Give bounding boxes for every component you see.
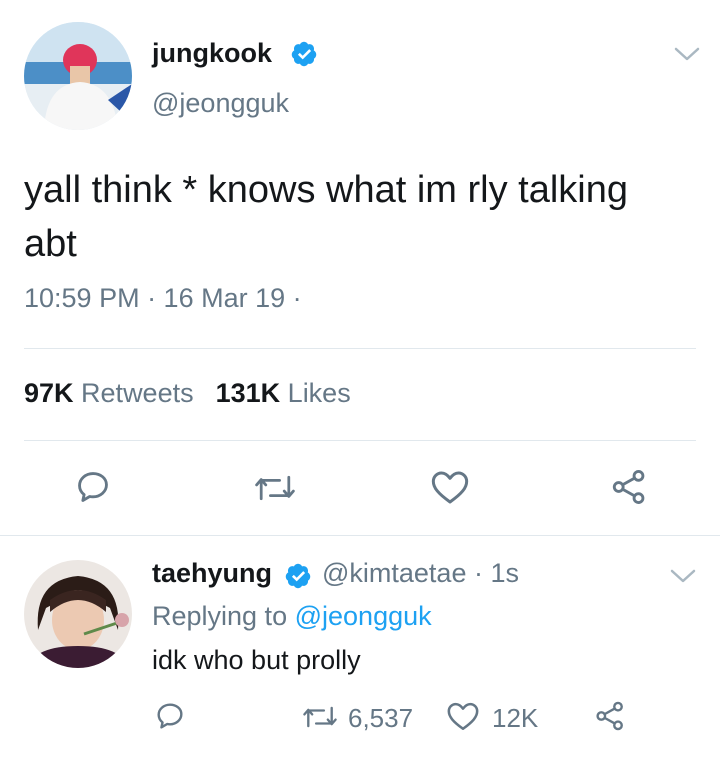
- author-handle[interactable]: @jeongguk: [152, 88, 289, 119]
- avatar-jungkook[interactable]: [24, 22, 132, 130]
- reply-author-meta: @kimtaetae · 1s: [322, 558, 519, 589]
- reply-author-handle[interactable]: @kimtaetae: [322, 558, 466, 588]
- divider: [24, 440, 696, 441]
- like-icon[interactable]: [430, 468, 470, 506]
- tweet-text: yall think * knows what im rly talking a…: [24, 169, 628, 265]
- chevron-down-icon[interactable]: [668, 566, 698, 586]
- retweet-count[interactable]: 97K Retweets: [24, 378, 194, 408]
- avatar-taehyung[interactable]: [24, 560, 132, 668]
- like-icon[interactable]: [446, 700, 480, 732]
- divider: [24, 348, 696, 349]
- reply-icon[interactable]: [74, 468, 112, 506]
- reply-icon[interactable]: [154, 700, 186, 732]
- replying-to-label: Replying to: [152, 601, 288, 631]
- replying-to: Replying to @jeongguk: [152, 601, 432, 632]
- chevron-down-icon[interactable]: [672, 44, 702, 64]
- reply-author-name[interactable]: taehyung: [152, 558, 272, 588]
- verified-icon: [291, 41, 317, 67]
- verified-icon: [285, 563, 311, 589]
- share-icon[interactable]: [594, 700, 626, 732]
- tweet-stats: 97K Retweets 131K Likes: [24, 378, 351, 409]
- author-name[interactable]: jungkook: [152, 38, 272, 69]
- replying-to-handle[interactable]: @jeongguk: [295, 601, 432, 631]
- reply-like-count[interactable]: 12K: [492, 703, 538, 734]
- tweet-timestamp[interactable]: 10:59 PM · 16 Mar 19 ·: [24, 283, 302, 314]
- reply-time[interactable]: · 1s: [474, 558, 519, 588]
- reply-header: taehyung: [152, 558, 272, 589]
- reply-text: idk who but prolly: [152, 645, 361, 675]
- retweet-icon[interactable]: [300, 704, 340, 730]
- like-count[interactable]: 131K Likes: [216, 378, 351, 408]
- divider: [0, 535, 720, 536]
- reply-retweet-count[interactable]: 6,537: [348, 703, 413, 734]
- share-icon[interactable]: [610, 468, 648, 506]
- retweet-icon[interactable]: [252, 472, 298, 504]
